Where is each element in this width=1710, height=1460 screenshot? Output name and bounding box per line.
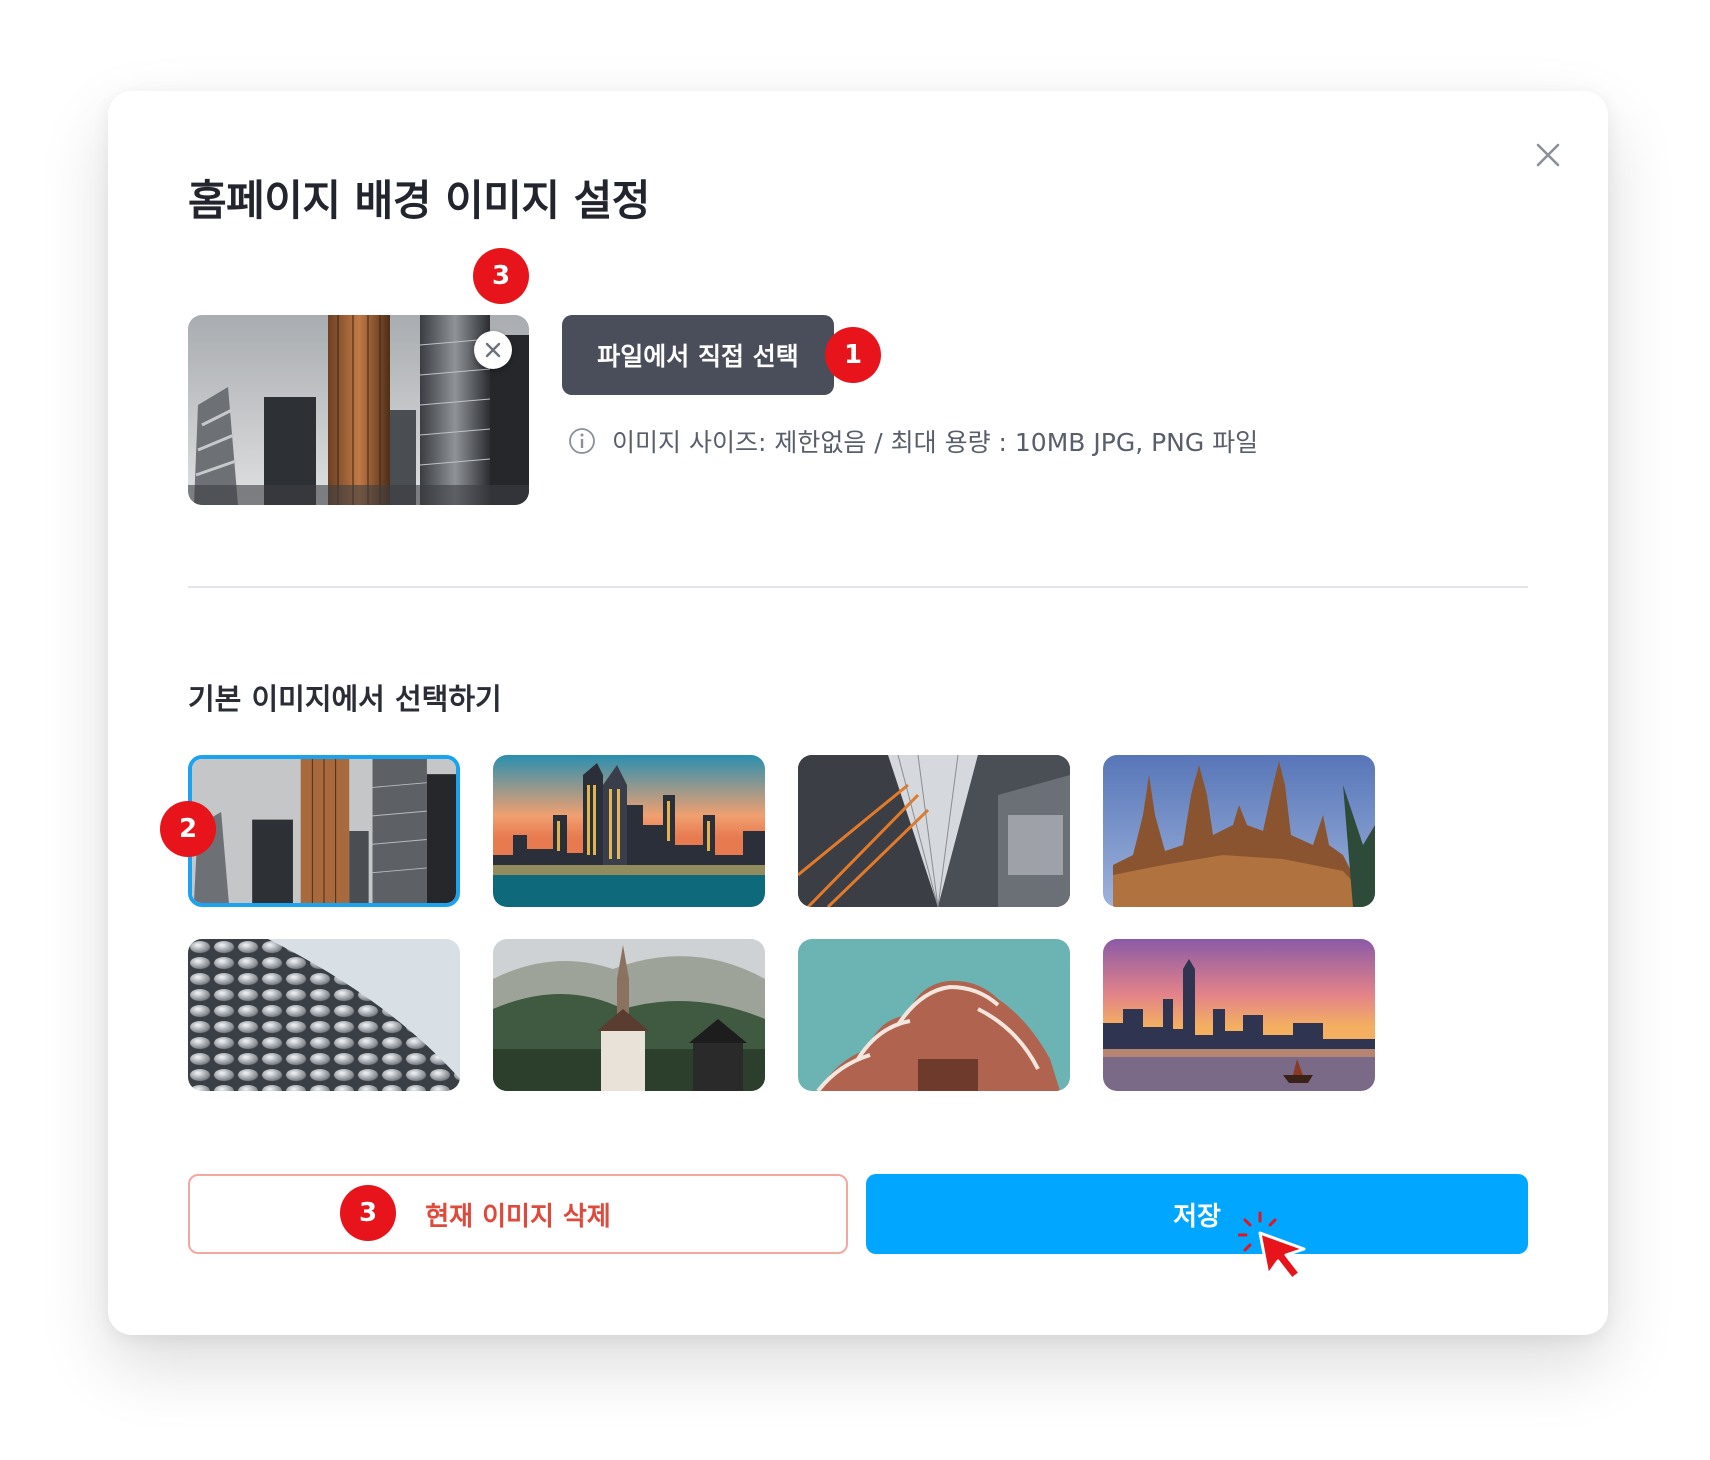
- upload-info-text: 이미지 사이즈: 제한없음 / 최대 용량 : 10MB JPG, PNG 파일: [612, 428, 1259, 457]
- default-image-7[interactable]: [798, 939, 1070, 1091]
- annotation-badge: 3: [340, 1185, 396, 1241]
- select-file-button[interactable]: 파일에서 직접 선택: [562, 315, 834, 395]
- modal-title: 홈페이지 배경 이미지 설정: [188, 176, 650, 225]
- upload-info: 이미지 사이즈: 제한없음 / 최대 용량 : 10MB JPG, PNG 파일: [568, 421, 1258, 461]
- close-icon: [485, 342, 501, 358]
- default-images-title: 기본 이미지에서 선택하기: [188, 682, 502, 716]
- default-image-4[interactable]: [1103, 755, 1375, 907]
- annotation-badge: 3: [473, 248, 529, 304]
- close-icon[interactable]: [1528, 135, 1568, 175]
- delete-current-image-button[interactable]: 현재 이미지 삭제: [188, 1174, 848, 1254]
- default-image-2[interactable]: [493, 755, 765, 907]
- annotation-badge: 1: [825, 327, 881, 383]
- default-image-3[interactable]: [798, 755, 1070, 907]
- default-image-8[interactable]: [1103, 939, 1375, 1091]
- annotation-badge: 2: [160, 801, 216, 857]
- remove-preview-button[interactable]: [474, 331, 512, 369]
- default-image-5[interactable]: [188, 939, 460, 1091]
- section-divider: [188, 586, 1528, 588]
- delete-current-image-label: 현재 이미지 삭제: [425, 1201, 611, 1232]
- background-image-modal: 홈페이지 배경 이미지 설정 3 파일에서 직접 선택 1 이미지 사이즈: 제…: [108, 91, 1608, 1335]
- info-icon: [568, 427, 596, 455]
- save-button[interactable]: 저장: [866, 1174, 1528, 1254]
- default-image-6[interactable]: [493, 939, 765, 1091]
- default-image-1[interactable]: [188, 755, 460, 907]
